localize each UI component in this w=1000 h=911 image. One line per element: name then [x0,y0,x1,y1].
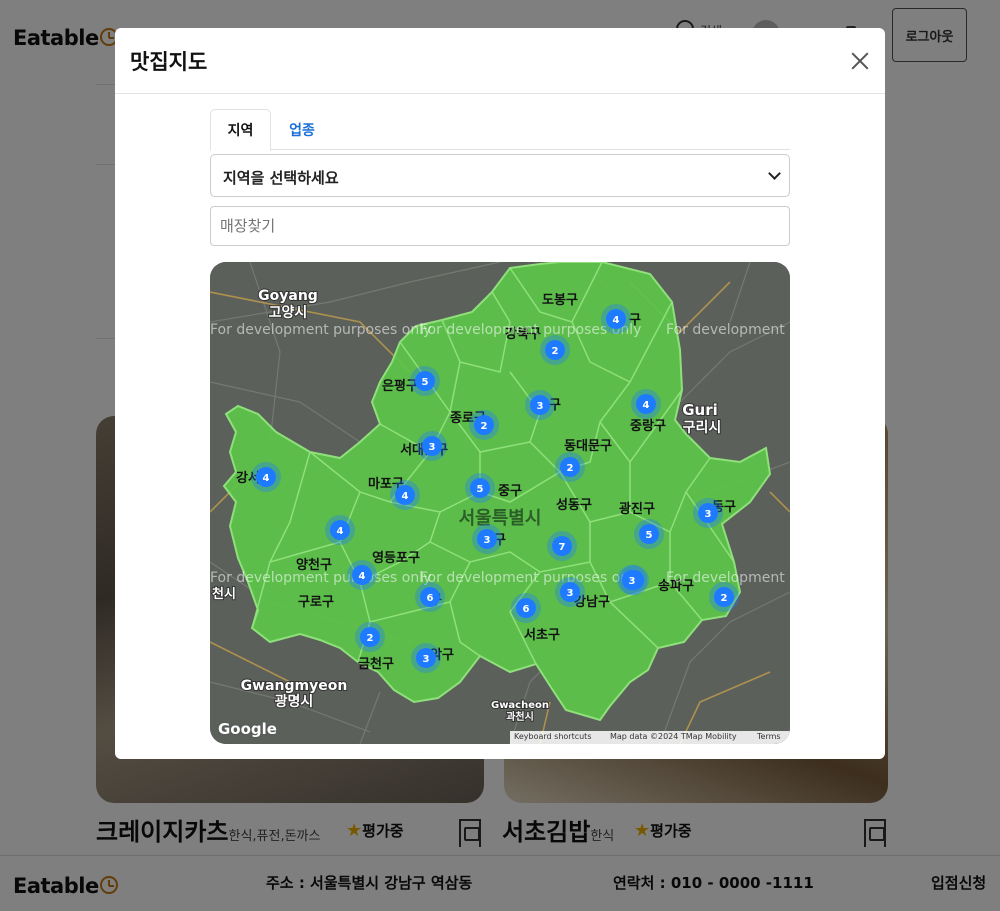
store-cluster-marker[interactable]: 5 [410,366,440,396]
store-cluster-marker[interactable]: 3 [525,390,555,420]
area-label-gwangmyeong_kr: 광명시 [275,693,314,710]
cluster-count: 2 [567,463,574,474]
store-cluster-marker[interactable]: 2 [469,410,499,440]
dev-watermark: For development purposes only [420,570,641,586]
store-cluster-marker[interactable]: 2 [540,335,570,365]
store-cluster-marker[interactable]: 3 [411,643,441,673]
cluster-count: 3 [705,509,712,520]
district-label-seocho: 서초구 [524,628,560,643]
area-label-guri: Guri [682,401,718,419]
cluster-count: 6 [523,604,530,615]
store-cluster-marker[interactable]: 2 [555,452,585,482]
chevron-down-icon [768,167,781,180]
area-label-goyang_kr: 고양시 [269,305,308,321]
cluster-count: 5 [422,377,429,388]
map-canvas[interactable]: 도봉구강북구은평구종로구구중랑구구서대문구동대문구강서구마포구중구성동구광진구동… [210,262,790,744]
store-cluster-marker[interactable]: 4 [347,560,377,590]
google-logo: Google [218,720,277,738]
keyboard-shortcuts-link[interactable]: Keyboard shortcuts [514,732,591,741]
cluster-count: 2 [367,633,374,644]
dev-watermark: For development purposes only [210,570,431,586]
dev-watermark: For development purposes only [210,322,431,338]
district-label-dongdaemun: 동대문구 [564,439,612,454]
cluster-count: 6 [427,593,434,604]
store-cluster-marker[interactable]: 6 [511,593,541,623]
cluster-count: 2 [552,346,559,357]
region-select-value: 지역을 선택하세요 [223,169,339,187]
cluster-count: 3 [423,654,430,665]
store-cluster-marker[interactable]: 4 [251,462,281,492]
store-cluster-marker[interactable]: 3 [617,565,647,595]
cluster-count: 2 [721,593,728,604]
cluster-count: 5 [477,484,484,495]
modal-header: 맛집지도 [115,28,885,94]
district-label-seongdong: 성동구 [556,498,592,513]
tab-category[interactable]: 업종 [275,109,329,150]
cluster-count: 4 [337,526,344,537]
store-cluster-marker[interactable]: 2 [355,622,385,652]
map-attribution: Keyboard shortcuts Map data ©2024 TMap M… [510,731,790,744]
map-view[interactable]: 도봉구강북구은평구종로구구중랑구구서대문구동대문구강서구마포구중구성동구광진구동… [210,262,790,744]
district-label-dobong: 도봉구 [542,293,578,308]
cluster-count: 3 [484,535,491,546]
terms-link[interactable]: Terms [757,732,781,741]
district-label-gwangjin: 광진구 [619,501,655,517]
district-label-jungnang: 중랑구 [630,419,666,434]
close-button[interactable] [847,48,873,74]
area-label-bucheon_kr: 천시 [212,587,236,602]
cluster-count: 4 [263,473,270,484]
area-label-guri_kr: 구리시 [683,420,722,436]
cluster-count: 2 [481,421,488,432]
district-label-guro: 구로구 [298,595,334,610]
cluster-count: 3 [567,588,574,599]
dev-watermark: For development purposes only [666,322,790,338]
cluster-count: 4 [643,400,650,411]
cluster-count: 3 [629,576,636,587]
area-label-gwangmyeong: Gwangmyeon [241,678,348,694]
district-label-jung: 중구 [498,484,522,499]
store-search-input[interactable] [210,206,790,246]
store-cluster-marker[interactable]: 3 [472,524,502,554]
cluster-count: 7 [559,542,566,553]
cluster-count: 5 [646,530,653,541]
modal-title: 맛집지도 [130,50,208,74]
store-cluster-marker[interactable]: 4 [631,389,661,419]
store-cluster-marker[interactable]: 5 [465,473,495,503]
store-cluster-marker[interactable]: 3 [417,431,447,461]
cluster-count: 4 [613,315,620,326]
tab-region[interactable]: 지역 [210,109,271,151]
cluster-count: 4 [402,491,409,502]
region-select[interactable]: 지역을 선택하세요 [210,154,790,197]
cluster-count: 3 [537,401,544,412]
store-cluster-marker[interactable]: 4 [325,515,355,545]
store-cluster-marker[interactable]: 3 [555,577,585,607]
area-label-goyang: Goyang [258,288,318,304]
area-label-seoul_kr: 서울특별시 [459,508,542,529]
restaurant-map-modal: 맛집지도 지역 업종 지역을 선택하세요 매장찾기 도봉구 강북구 은평구 종로… [115,28,885,759]
map-data-credit: Map data ©2024 TMap Mobility [610,732,737,741]
filter-tabs: 지역 업종 [210,109,790,151]
store-cluster-marker[interactable]: 4 [601,304,631,334]
store-cluster-marker[interactable]: 2 [709,582,739,612]
cluster-count: 3 [429,442,436,453]
store-cluster-marker[interactable]: 3 [693,498,723,528]
store-cluster-marker[interactable]: 5 [634,519,664,549]
area-label-gwacheon_kr: 과천시 [506,710,534,723]
district-label-geumcheon: 금천구 [358,657,394,672]
store-cluster-marker[interactable]: 6 [415,582,445,612]
store-cluster-marker[interactable]: 7 [547,531,577,561]
district-label-yeongdeungpo: 영등포구 [372,551,420,566]
store-cluster-marker[interactable]: 4 [390,480,420,510]
area-label-gwacheon: Gwacheon [491,700,549,711]
cluster-count: 4 [359,571,366,582]
